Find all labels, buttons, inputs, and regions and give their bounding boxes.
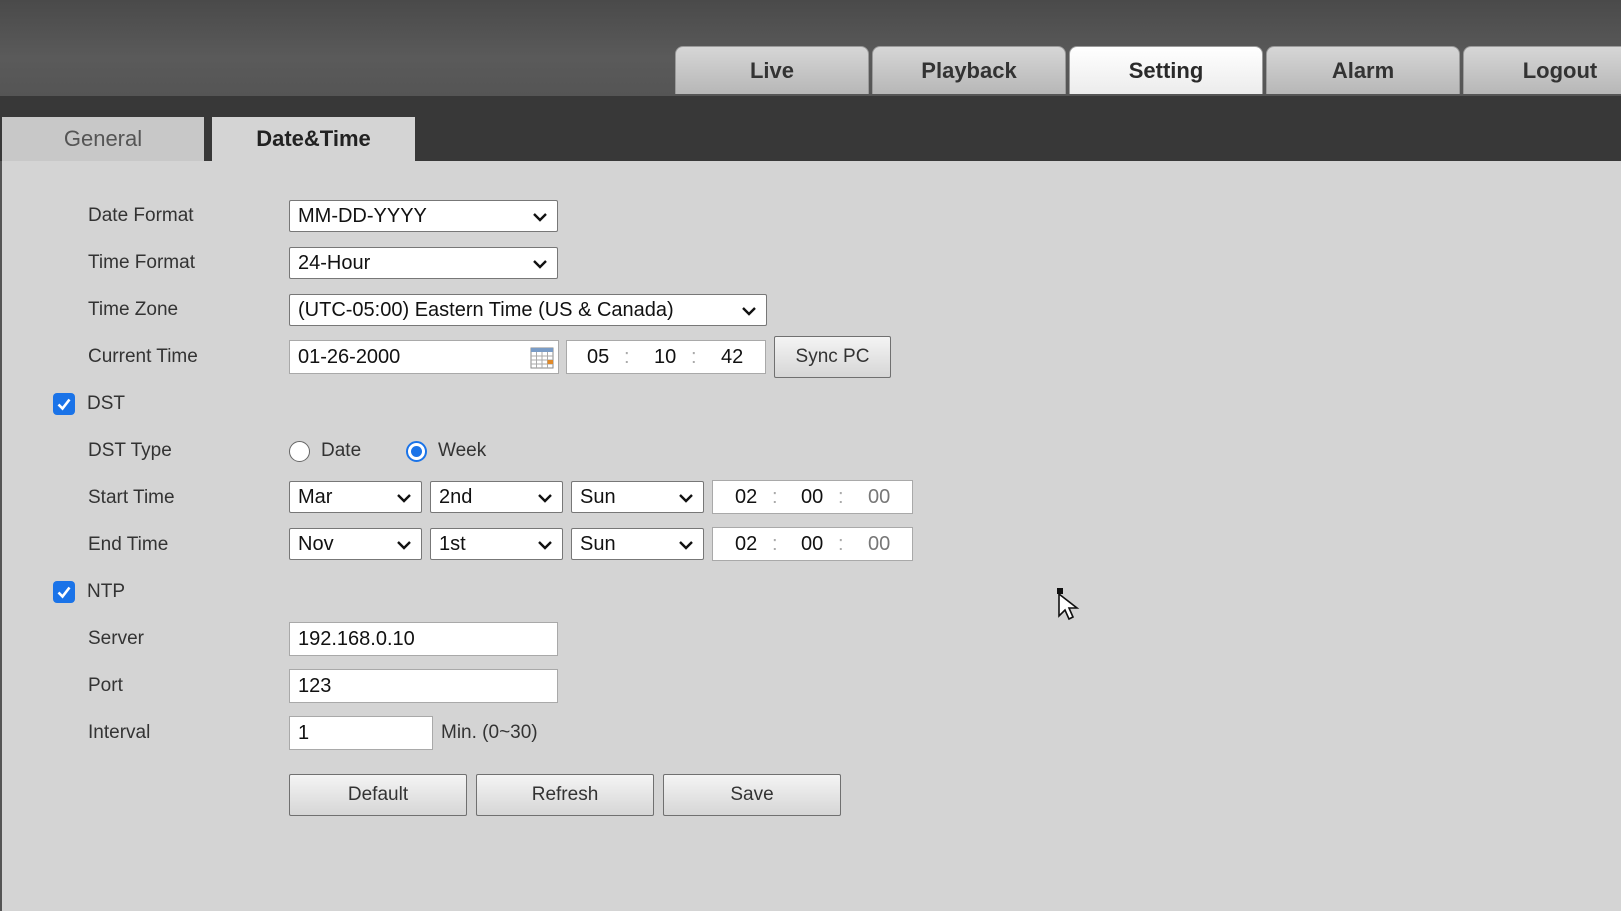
ntp-checkbox-row: NTP: [53, 576, 125, 608]
dst-type-week-label: Week: [438, 440, 487, 461]
time-zone-value: (UTC-05:00) Eastern Time (US & Canada): [298, 298, 674, 321]
chevron-down-icon: [397, 541, 411, 550]
port-label: Port: [88, 675, 123, 696]
tab-logout[interactable]: Logout: [1463, 46, 1621, 94]
start-day-value: Sun: [580, 485, 616, 508]
interval-unit-note: Min. (0~30): [441, 722, 538, 743]
chevron-down-icon: [397, 494, 411, 503]
chevron-down-icon: [538, 494, 552, 503]
server-value: 192.168.0.10: [298, 627, 415, 650]
main-nav-tabs: Live Playback Setting Alarm Logout: [675, 46, 1621, 94]
time-zone-select[interactable]: (UTC-05:00) Eastern Time (US & Canada): [289, 294, 767, 326]
start-hour: 02: [735, 486, 758, 508]
end-day-select[interactable]: Sun: [571, 528, 704, 560]
port-input[interactable]: 123: [289, 669, 558, 703]
end-week-value: 1st: [439, 532, 466, 555]
check-icon: [57, 398, 71, 411]
dst-checkbox[interactable]: [53, 393, 75, 415]
chevron-down-icon: [742, 307, 756, 316]
start-minute: 00: [801, 486, 824, 508]
chevron-down-icon: [538, 541, 552, 550]
tab-alarm[interactable]: Alarm: [1266, 46, 1460, 94]
end-time-input[interactable]: 02 : 00 : 00: [712, 527, 913, 561]
sync-pc-button[interactable]: Sync PC: [774, 336, 891, 378]
time-zone-label: Time Zone: [88, 299, 179, 320]
start-month-select[interactable]: Mar: [289, 481, 422, 513]
time-separator: :: [772, 533, 778, 555]
server-input[interactable]: 192.168.0.10: [289, 622, 558, 656]
time-separator: :: [624, 346, 630, 368]
start-day-select[interactable]: Sun: [571, 481, 704, 513]
dst-type-label: DST Type: [88, 440, 172, 461]
dst-type-date-radio[interactable]: [289, 440, 310, 462]
interval-label: Interval: [88, 722, 151, 743]
top-header: Live Playback Setting Alarm Logout: [0, 0, 1621, 96]
time-separator: :: [838, 533, 844, 555]
end-minute: 00: [801, 533, 824, 555]
end-month-value: Nov: [298, 532, 334, 555]
end-week-select[interactable]: 1st: [430, 528, 563, 560]
dst-label: DST: [87, 393, 125, 414]
start-month-value: Mar: [298, 485, 333, 508]
calendar-icon[interactable]: [530, 347, 554, 369]
start-week-value: 2nd: [439, 485, 473, 508]
time-separator: :: [772, 486, 778, 508]
tab-playback[interactable]: Playback: [872, 46, 1066, 94]
date-format-select[interactable]: MM-DD-YYYY: [289, 200, 558, 232]
end-time-label: End Time: [88, 534, 169, 555]
date-format-value: MM-DD-YYYY: [298, 204, 427, 227]
interval-value: 1: [298, 721, 310, 744]
ntp-checkbox[interactable]: [53, 581, 75, 603]
ntp-label: NTP: [87, 581, 125, 602]
date-format-label: Date Format: [88, 205, 194, 226]
start-time-label: Start Time: [88, 487, 175, 508]
current-hour: 05: [587, 346, 610, 368]
start-week-select[interactable]: 2nd: [430, 481, 563, 513]
current-time-input[interactable]: 05 : 10 : 42: [566, 340, 766, 374]
subtab-general[interactable]: General: [2, 117, 204, 161]
time-format-select[interactable]: 24-Hour: [289, 247, 558, 279]
server-label: Server: [88, 628, 144, 649]
time-format-value: 24-Hour: [298, 251, 371, 274]
time-format-label: Time Format: [88, 252, 195, 273]
default-button[interactable]: Default: [289, 774, 467, 816]
port-value: 123: [298, 674, 332, 697]
current-time-label: Current Time: [88, 346, 198, 367]
time-separator: :: [838, 486, 844, 508]
start-second: 00: [868, 486, 891, 508]
sub-nav-bar: General Date&Time: [0, 96, 1621, 161]
interval-input[interactable]: 1: [289, 716, 433, 750]
tab-setting[interactable]: Setting: [1069, 46, 1263, 94]
start-time-input[interactable]: 02 : 00 : 00: [712, 480, 913, 514]
chevron-down-icon: [533, 260, 547, 269]
current-date-value: 01-26-2000: [298, 345, 401, 368]
current-date-input[interactable]: 01-26-2000: [289, 340, 559, 374]
end-day-value: Sun: [580, 532, 616, 555]
end-hour: 02: [735, 533, 758, 555]
chevron-down-icon: [679, 541, 693, 550]
tab-live[interactable]: Live: [675, 46, 869, 94]
time-separator: :: [691, 346, 697, 368]
end-second: 00: [868, 533, 891, 555]
check-icon: [57, 586, 71, 599]
dst-type-date-option[interactable]: Date: [289, 435, 361, 467]
current-minute: 10: [654, 346, 677, 368]
subtab-datetime[interactable]: Date&Time: [212, 117, 415, 161]
dst-type-week-radio[interactable]: [406, 440, 427, 462]
refresh-button[interactable]: Refresh: [476, 774, 654, 816]
dst-type-date-label: Date: [321, 440, 362, 461]
save-button[interactable]: Save: [663, 774, 841, 816]
mouse-cursor-icon: [1057, 588, 1080, 621]
chevron-down-icon: [679, 494, 693, 503]
dst-type-week-option[interactable]: Week: [406, 435, 486, 467]
end-month-select[interactable]: Nov: [289, 528, 422, 560]
settings-panel: Date Format MM-DD-YYYY Time Format 24-Ho…: [0, 161, 1621, 911]
dst-checkbox-row: DST: [53, 388, 125, 420]
current-second: 42: [721, 346, 744, 368]
chevron-down-icon: [533, 213, 547, 222]
